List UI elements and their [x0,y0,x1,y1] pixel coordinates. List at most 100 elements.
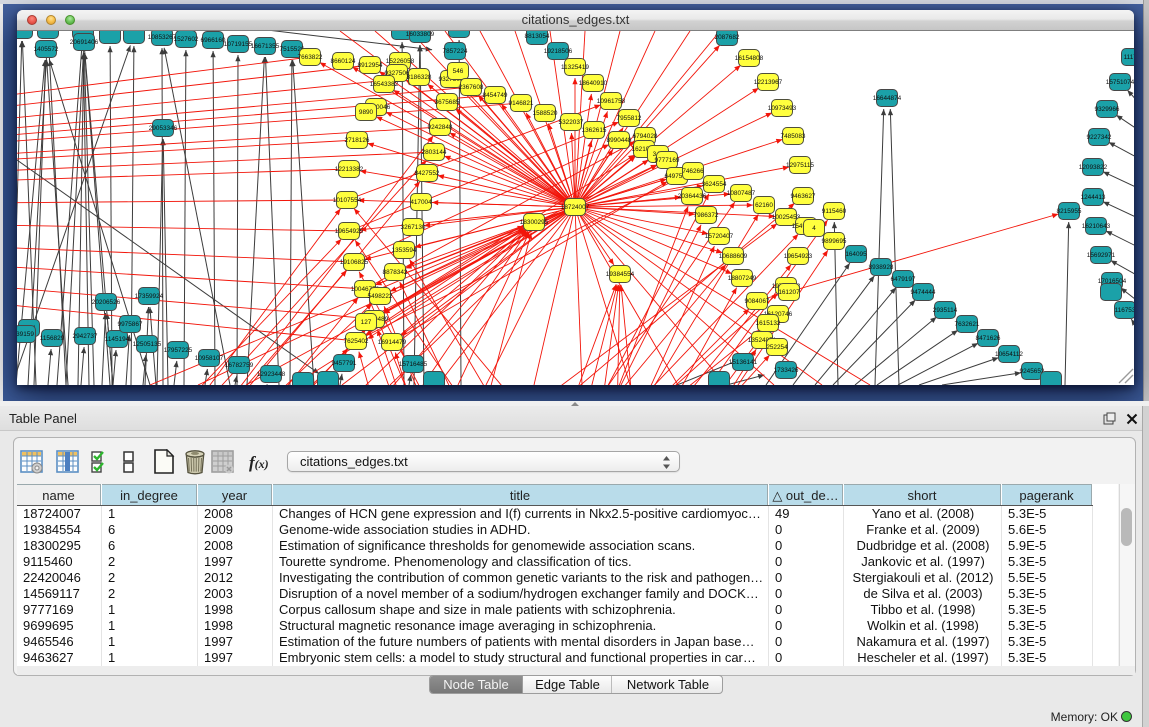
svg-text:20206526: 20206526 [92,299,121,306]
svg-text:12975115: 12975115 [786,162,814,169]
svg-text:19384554: 19384554 [606,271,635,278]
svg-text:1733426: 1733426 [774,367,799,374]
svg-text:19218506: 19218506 [544,48,573,55]
svg-text:10958107: 10958107 [195,355,224,362]
svg-text:10961758: 10961758 [597,98,626,105]
svg-text:1244413: 1244413 [1081,194,1106,201]
svg-text:1527602: 1527602 [174,36,199,43]
svg-text:252254: 252254 [766,344,788,351]
svg-text:6966160: 6966160 [201,37,226,44]
svg-text:3675685: 3675685 [435,99,460,106]
svg-text:9115460: 9115460 [822,208,847,215]
svg-text:1405572: 1405572 [34,46,59,53]
svg-text:8878342: 8878342 [383,269,408,276]
svg-text:5498222: 5498222 [368,293,393,300]
svg-text:10973493: 10973493 [768,105,797,112]
svg-text:9890: 9890 [359,109,374,116]
svg-text:15716485: 15716485 [399,361,428,368]
svg-text:8427552: 8427552 [415,170,440,177]
svg-text:2942737: 2942737 [73,333,98,340]
svg-text:9975867: 9975867 [118,321,143,328]
svg-text:7955812: 7955812 [617,115,642,122]
svg-text:7663822: 7663822 [298,54,323,61]
svg-text:8813054: 8813054 [525,33,550,40]
svg-text:16671355: 16671355 [251,43,280,50]
svg-text:19654923: 19654923 [784,253,813,260]
svg-text:12923448: 12923448 [257,371,286,378]
svg-text:2803144: 2803144 [422,149,447,156]
svg-text:116753: 116753 [1115,307,1134,314]
svg-text:8186328: 8186328 [407,74,432,81]
svg-text:1362615: 1362615 [582,127,607,134]
svg-text:17957225: 17957225 [164,347,193,354]
svg-text:9474444: 9474444 [911,289,936,296]
svg-text:62160: 62160 [755,202,773,209]
svg-text:16914479: 16914479 [378,339,407,346]
svg-text:9242848: 9242848 [428,124,453,131]
svg-text:9084067: 9084067 [745,298,770,305]
svg-text:2367608: 2367608 [459,84,484,91]
svg-text:9227342: 9227342 [1087,134,1112,141]
svg-text:18724007: 18724007 [561,204,590,211]
svg-text:164095: 164095 [845,251,867,258]
svg-text:19106825: 19106825 [340,259,369,266]
svg-text:8471626: 8471626 [976,335,1001,342]
svg-text:8454749: 8454749 [483,92,508,99]
svg-text:1615132: 1615132 [756,320,781,327]
svg-text:4: 4 [812,225,816,232]
svg-text:7625402: 7625402 [344,338,369,345]
svg-text:1353594: 1353594 [392,247,417,254]
svg-text:10719155: 10719155 [224,41,253,48]
svg-text:39159: 39159 [17,331,34,338]
svg-text:10107554: 10107554 [333,197,362,204]
svg-text:7857224: 7857224 [443,48,468,55]
svg-text:8990448: 8990448 [607,137,632,144]
svg-text:18640910: 18640910 [579,80,608,87]
svg-text:546: 546 [453,68,464,75]
svg-text:16543382: 16543382 [370,81,399,88]
svg-text:15720407: 15720407 [705,233,734,240]
svg-text:16210643: 16210643 [1082,223,1111,230]
svg-text:1156829: 1156829 [40,335,65,342]
svg-text:15692971: 15692971 [1087,252,1116,259]
svg-text:10853267: 10853267 [148,34,177,41]
svg-text:9463627: 9463627 [791,193,816,200]
svg-text:20691406: 20691406 [70,39,99,46]
svg-text:2935114: 2935114 [933,307,958,314]
svg-text:10807487: 10807487 [727,190,756,197]
svg-text:5322037: 5322037 [559,119,584,126]
svg-text:12505135: 12505135 [133,341,162,348]
svg-text:9146821: 9146821 [509,100,534,107]
svg-text:3267130: 3267130 [401,224,426,231]
svg-text:9899695: 9899695 [822,238,847,245]
svg-text:8215955: 8215955 [1057,208,1082,215]
svg-text:16782759: 16782759 [225,362,254,369]
svg-text:8912954: 8912954 [358,62,383,69]
svg-text:6794028: 6794028 [633,133,658,140]
svg-text:19654925: 19654925 [335,228,364,235]
svg-text:9457791: 9457791 [332,360,357,367]
svg-text:7986372: 7986372 [694,212,719,219]
svg-text:7485083: 7485083 [781,133,806,140]
svg-text:18300295: 18300295 [520,219,549,226]
svg-text:7632621: 7632621 [955,321,980,328]
svg-text:15751074: 15751074 [1106,79,1134,86]
svg-text:9777169: 9777169 [655,157,680,164]
svg-text:417004: 417004 [410,199,432,206]
svg-text:11175: 11175 [1124,54,1134,61]
svg-text:1145194: 1145194 [105,336,130,343]
svg-text:20364436: 20364436 [678,193,707,200]
svg-text:8938928: 8938928 [869,264,894,271]
svg-text:16154808: 16154808 [735,55,764,62]
svg-text:161207: 161207 [778,289,800,296]
svg-text:12213967: 12213967 [754,79,783,86]
svg-text:6479197: 6479197 [891,276,916,283]
svg-text:746266: 746266 [682,168,704,175]
svg-text:2718126: 2718126 [345,137,370,144]
svg-text:18807249: 18807249 [728,275,757,282]
svg-text:29053346: 29053346 [149,125,178,132]
svg-text:16644874: 16644874 [873,95,902,102]
svg-text:10688609: 10688609 [719,253,748,260]
svg-text:11325419: 11325419 [561,64,589,71]
svg-text:8660124: 8660124 [331,58,356,65]
